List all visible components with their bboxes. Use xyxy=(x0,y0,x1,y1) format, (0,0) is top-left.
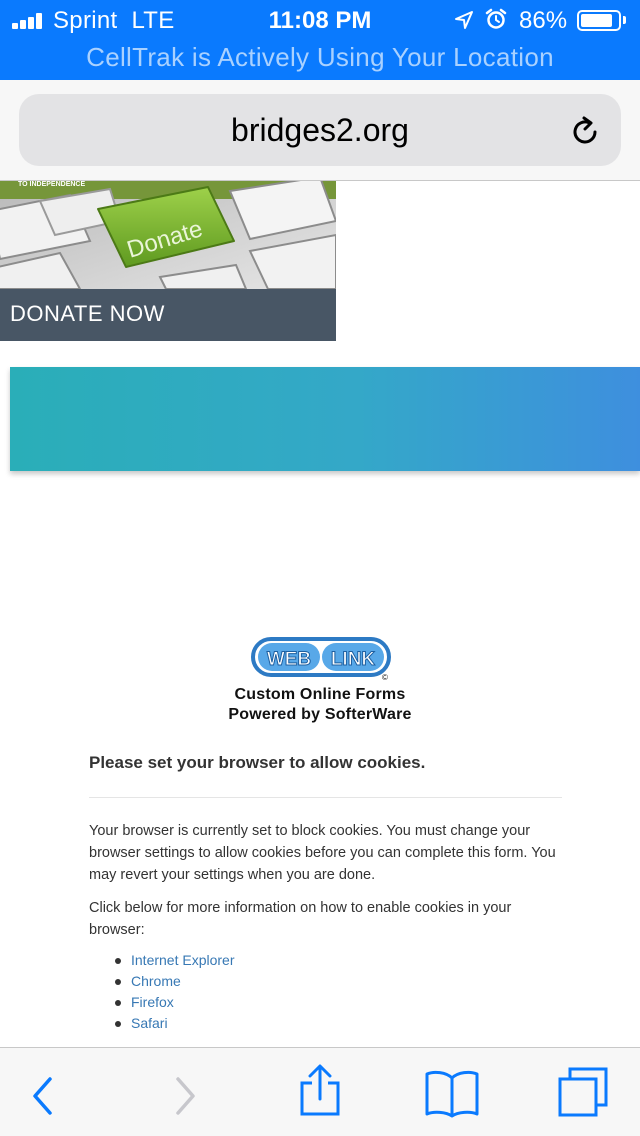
firefox-link[interactable]: Firefox xyxy=(131,994,174,1010)
cookie-notice-paragraph: Your browser is currently set to block c… xyxy=(89,823,556,883)
location-in-use-banner[interactable]: CellTrak is Actively Using Your Location xyxy=(0,42,640,73)
url-field[interactable]: bridges2.org xyxy=(19,94,621,166)
bullet xyxy=(115,1021,121,1027)
divider xyxy=(89,797,562,798)
weblink-logo: WEB LINK © xyxy=(251,637,391,682)
share-button[interactable] xyxy=(280,1048,360,1136)
safari-link[interactable]: Safari xyxy=(131,1015,168,1031)
list-item: Firefox xyxy=(89,992,235,1013)
location-arrow-icon xyxy=(455,11,473,29)
bookmarks-button[interactable] xyxy=(410,1048,494,1136)
list-item: Chrome xyxy=(89,971,235,992)
reload-icon[interactable] xyxy=(567,114,603,150)
bullet xyxy=(115,1000,121,1006)
cookie-help-paragraph: Click below for more information on how … xyxy=(89,900,512,938)
bullet xyxy=(115,979,121,985)
battery-fill xyxy=(581,14,612,27)
battery-percentage: 86% xyxy=(519,7,568,34)
brand-fragment-text: TO INDEPENDENCE xyxy=(18,181,85,188)
list-item: Safari xyxy=(89,1013,235,1034)
back-button[interactable] xyxy=(0,1048,88,1136)
weblink-powered-by: Powered by SofterWare xyxy=(228,706,412,723)
tabs-button[interactable] xyxy=(546,1048,626,1136)
bullet xyxy=(115,958,121,964)
keyboard-donate-image: Donate TO INDEPENDENCE xyxy=(0,181,336,289)
cookie-notice-heading: Please set your browser to allow cookies… xyxy=(89,753,426,772)
share-icon xyxy=(300,1064,340,1116)
status-bar: Sprint LTE 11:08 PM 86% CellTrak is Acti… xyxy=(0,0,640,80)
status-row: Sprint LTE 11:08 PM 86% xyxy=(0,0,640,40)
weblink-logo-link: LINK xyxy=(331,649,376,670)
browser-toolbar xyxy=(0,1047,640,1136)
forward-icon xyxy=(176,1077,195,1115)
donate-banner[interactable]: Donate TO INDEPENDENCE DONATE NOW xyxy=(0,181,336,341)
forward-button[interactable] xyxy=(140,1048,228,1136)
weblink-logo-mark: © xyxy=(382,673,388,682)
battery-tip xyxy=(623,16,626,24)
weblink-tagline: Custom Online Forms xyxy=(234,686,406,703)
battery-icon xyxy=(577,10,621,31)
chrome-link[interactable]: Chrome xyxy=(131,973,181,989)
browser-help-links: Internet Explorer Chrome Firefox Safari xyxy=(89,950,235,1034)
back-icon xyxy=(33,1077,52,1115)
url-text[interactable]: bridges2.org xyxy=(19,112,621,149)
donate-now-bar[interactable]: DONATE NOW xyxy=(0,289,336,341)
internet-explorer-link[interactable]: Internet Explorer xyxy=(131,952,235,968)
bookmarks-icon xyxy=(425,1070,479,1118)
donate-now-label[interactable]: DONATE NOW xyxy=(10,301,165,327)
weblink-logo-web: WEB xyxy=(267,649,311,670)
tabs-icon xyxy=(558,1067,608,1117)
address-bar: bridges2.org xyxy=(0,80,640,181)
list-item: Internet Explorer xyxy=(89,950,235,971)
gradient-banner xyxy=(10,367,640,471)
alarm-clock-icon xyxy=(485,8,507,29)
